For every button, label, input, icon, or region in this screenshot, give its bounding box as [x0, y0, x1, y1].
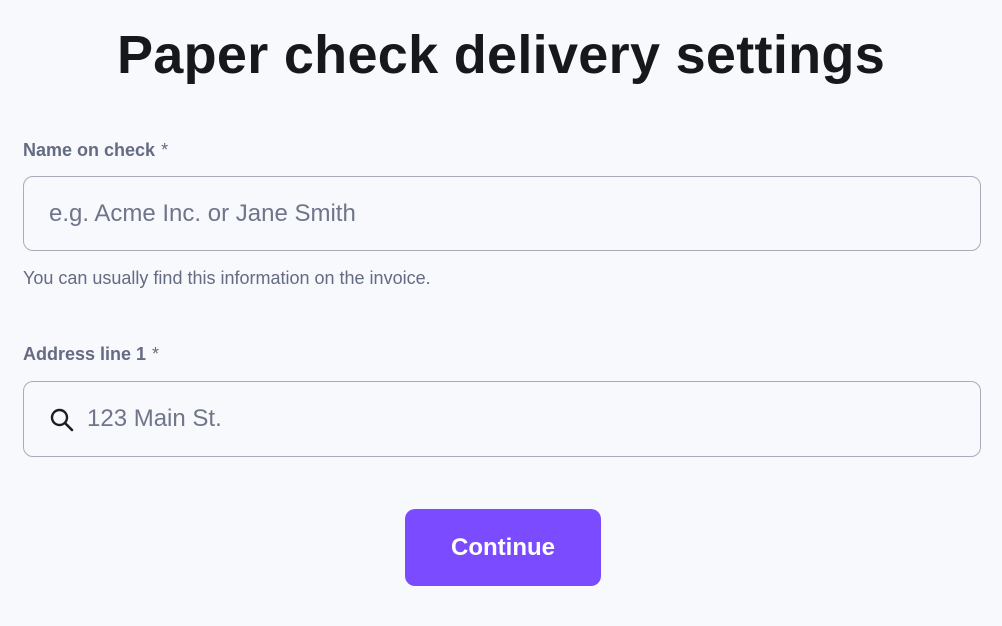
- search-icon: [50, 408, 74, 432]
- name-on-check-helper-text: You can usually find this information on…: [23, 268, 431, 288]
- address-line-1-input[interactable]: [87, 382, 967, 456]
- required-marker: *: [152, 344, 160, 364]
- page-title: Paper check delivery settings: [116, 25, 886, 85]
- name-on-check-label-text: Name on check: [23, 140, 156, 160]
- continue-button[interactable]: Continue: [405, 509, 601, 586]
- name-on-check-label: Name on check *: [23, 138, 168, 162]
- address-line-1-field[interactable]: [23, 381, 981, 457]
- name-on-check-input[interactable]: [23, 176, 981, 251]
- address-line-1-label: Address line 1 *: [23, 342, 159, 366]
- required-marker: *: [161, 140, 169, 160]
- address-line-1-label-text: Address line 1: [23, 344, 147, 364]
